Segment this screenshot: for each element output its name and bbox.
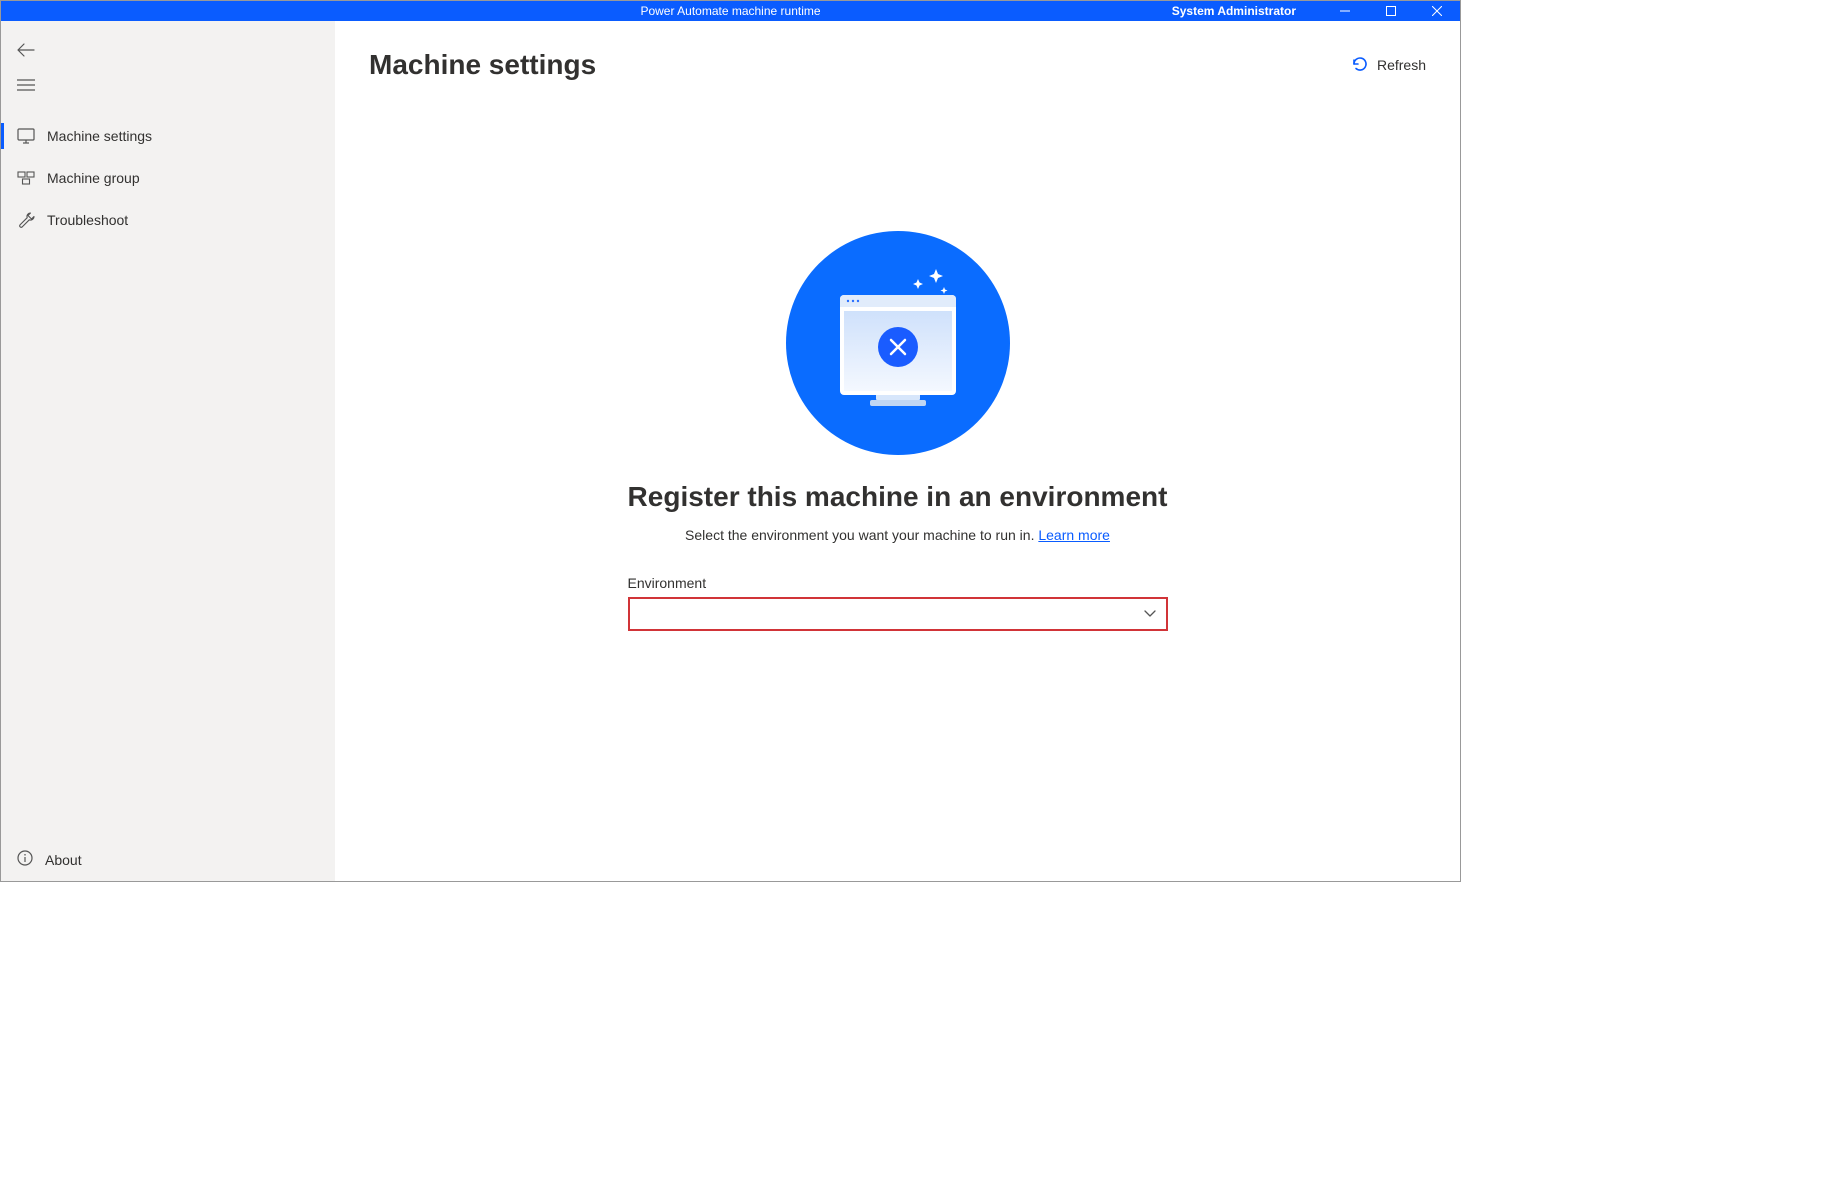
sidebar-footer-label: About <box>45 852 82 868</box>
group-icon <box>17 169 35 187</box>
register-subtitle: Select the environment you want your mac… <box>685 527 1110 543</box>
titlebar: Power Automate machine runtime System Ad… <box>1 1 1460 21</box>
register-heading: Register this machine in an environment <box>628 481 1168 513</box>
environment-dropdown[interactable] <box>628 597 1168 631</box>
wrench-icon <box>17 211 35 229</box>
page-title: Machine settings <box>369 49 596 81</box>
register-illustration <box>786 231 1010 455</box>
app-title: Power Automate machine runtime <box>640 4 820 18</box>
sidebar-item-label: Machine settings <box>47 128 152 144</box>
sidebar-item-label: Machine group <box>47 170 140 186</box>
refresh-button[interactable]: Refresh <box>1351 55 1426 76</box>
maximize-button[interactable] <box>1368 1 1414 21</box>
sidebar-item-machine-settings[interactable]: Machine settings <box>1 115 335 157</box>
minimize-button[interactable] <box>1322 1 1368 21</box>
hamburger-button[interactable] <box>1 70 335 115</box>
refresh-label: Refresh <box>1377 57 1426 73</box>
learn-more-link[interactable]: Learn more <box>1038 527 1110 543</box>
sidebar-item-label: Troubleshoot <box>47 212 128 228</box>
chevron-down-icon <box>1144 605 1156 623</box>
sidebar-item-machine-group[interactable]: Machine group <box>1 157 335 199</box>
main-content: Machine settings Refresh <box>335 21 1460 881</box>
sidebar-item-troubleshoot[interactable]: Troubleshoot <box>1 199 335 241</box>
refresh-icon <box>1351 55 1369 76</box>
back-button[interactable] <box>1 35 335 70</box>
info-icon <box>17 850 33 869</box>
close-button[interactable] <box>1414 1 1460 21</box>
titlebar-user: System Administrator <box>1172 4 1296 18</box>
monitor-icon <box>17 127 35 145</box>
environment-label: Environment <box>628 575 1168 591</box>
sidebar: Machine settings Machine group Troublesh… <box>1 21 335 881</box>
sidebar-item-about[interactable]: About <box>1 838 335 881</box>
